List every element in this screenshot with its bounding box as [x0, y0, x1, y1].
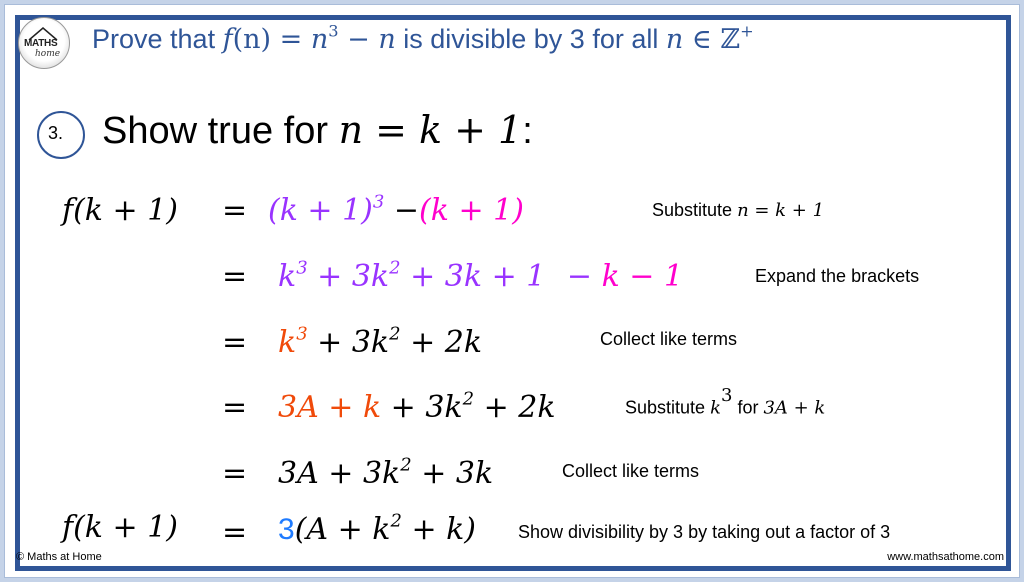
row6-equals: = — [222, 515, 248, 550]
title-prefix: Prove that — [92, 24, 223, 54]
row5-note: Collect like terms — [562, 461, 700, 481]
r1-minus: − — [384, 193, 420, 228]
r2-k: k — [278, 259, 297, 294]
r6-exp: 2 — [390, 510, 402, 532]
r2-exp2: 2 — [389, 257, 401, 279]
row2-note: Expand the brackets — [755, 266, 920, 286]
step-title: Show true for n = k + 1: — [102, 108, 533, 153]
footer-copyright: © Maths at Home — [16, 551, 102, 563]
r6-a-k: (A + k — [294, 512, 391, 547]
r1-exp: 3 — [372, 191, 385, 213]
page-title: Prove that f(n) = n3 − n is divisible by… — [92, 21, 754, 55]
r3-exp1: 3 — [296, 323, 308, 345]
r5-3k: + 3k — [411, 456, 494, 491]
row1-equals: = — [222, 193, 248, 228]
title-mid: is divisible by 3 for all — [395, 24, 666, 54]
row1-note: Substitute n = k + 1 — [652, 200, 824, 221]
title-arg: (n) — [232, 24, 272, 55]
title-setsup: + — [740, 21, 754, 41]
row4-note-text: Substitute — [625, 397, 711, 418]
row3-expression: k3 + 3k2 + 2k — [278, 325, 482, 360]
title-minus: − — [338, 24, 379, 55]
row1-lhs: f(k + 1) — [62, 193, 178, 228]
row5-expression: 3A + 3k2 + 3k — [278, 456, 493, 491]
row3-equals: = — [222, 325, 248, 360]
row4-expression: 3A + k + 3k2 + 2k — [278, 390, 556, 425]
r5-exp: 2 — [400, 454, 412, 476]
row6-expression: 3(A + k2 + k) — [278, 512, 476, 547]
title-set: ℤ — [720, 24, 741, 55]
row4-note-for: for — [732, 397, 764, 418]
r2-k-minus-1: k − 1 — [592, 259, 684, 294]
row4-note-3a-plus-k: 3A + k — [763, 397, 826, 419]
row4-note-k: k — [710, 397, 721, 419]
r2-rest: + 3k + 1 — [400, 259, 546, 294]
maths-at-home-logo: MATHS home — [18, 17, 70, 69]
r4-exp: 2 — [462, 388, 475, 410]
r4-2k: + 2k — [474, 390, 556, 425]
row4-note: Substitute k3 for 3A + k — [625, 387, 826, 419]
footer-website: www.mathsathome.com — [887, 551, 1004, 563]
title-exp: 3 — [328, 21, 339, 41]
r2-3k: + 3k — [307, 259, 390, 294]
step-equation: n = k + 1 — [338, 108, 523, 152]
step-colon: : — [522, 110, 533, 152]
r2-minus: − — [557, 259, 593, 294]
row1-expression: (k + 1)3 −(k + 1) — [268, 193, 524, 228]
r2-exp1: 3 — [296, 257, 308, 279]
logo-text-maths: MATHS — [24, 38, 58, 49]
r6-factor-3: 3 — [278, 513, 295, 546]
r4-3a-plus-k: 3A + k — [278, 390, 382, 425]
r1-term-b: (k + 1) — [419, 193, 524, 228]
r6-k: + k) — [401, 512, 476, 547]
logo-text-home: home — [35, 49, 61, 59]
r3-2k: + 2k — [400, 325, 483, 360]
row2-expression: k3 + 3k2 + 3k + 1 − k − 1 — [278, 259, 683, 294]
r3-3k: + 3k — [307, 325, 390, 360]
r5-3a-3k: 3A + 3k — [278, 456, 401, 491]
row2-equals: = — [222, 259, 248, 294]
title-n2: n — [378, 24, 396, 55]
step-label: Show true for — [102, 110, 339, 152]
row4-equals: = — [222, 390, 248, 425]
title-eq: = — [271, 24, 311, 55]
row1-note-math: n = k + 1 — [737, 200, 825, 221]
r3-k: k — [278, 325, 297, 360]
row3-note: Collect like terms — [600, 329, 738, 349]
title-n3: n — [665, 24, 684, 55]
row1-note-text: Substitute — [652, 200, 738, 220]
row4-note-exp: 3 — [720, 385, 733, 406]
r1-term-a: (k + 1) — [268, 193, 373, 228]
step-number: 3. — [48, 123, 64, 143]
title-func: f — [222, 24, 233, 55]
row5-equals: = — [222, 456, 248, 491]
r4-3k: + 3k — [381, 390, 463, 425]
title-in: ∈ — [683, 24, 721, 55]
row6-note: Show divisibility by 3 by taking out a f… — [518, 522, 891, 542]
title-n: n — [310, 24, 329, 55]
r3-exp2: 2 — [389, 323, 401, 345]
row6-lhs: f(k + 1) — [62, 510, 178, 545]
